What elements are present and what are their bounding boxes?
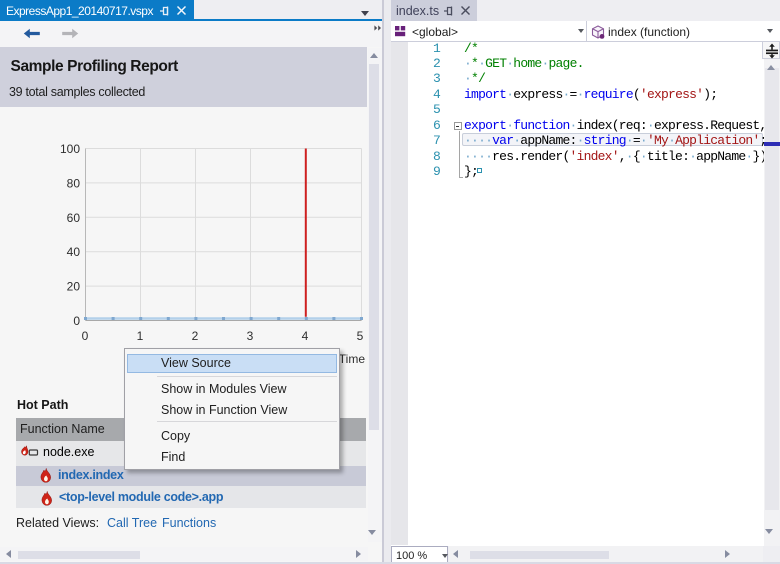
svg-text:20: 20	[67, 280, 81, 294]
svg-text:2: 2	[192, 329, 199, 343]
svg-text:3: 3	[247, 329, 254, 343]
svg-text:1: 1	[137, 329, 144, 343]
svg-text:60: 60	[67, 211, 81, 225]
svg-text:0: 0	[82, 329, 89, 343]
svg-text:Time: Time	[339, 352, 366, 366]
svg-text:5: 5	[357, 329, 364, 343]
svg-text:40: 40	[67, 245, 81, 259]
svg-text:0: 0	[73, 314, 80, 328]
svg-text:80: 80	[67, 176, 81, 190]
svg-text:100: 100	[60, 142, 80, 156]
svg-text:4: 4	[302, 329, 309, 343]
